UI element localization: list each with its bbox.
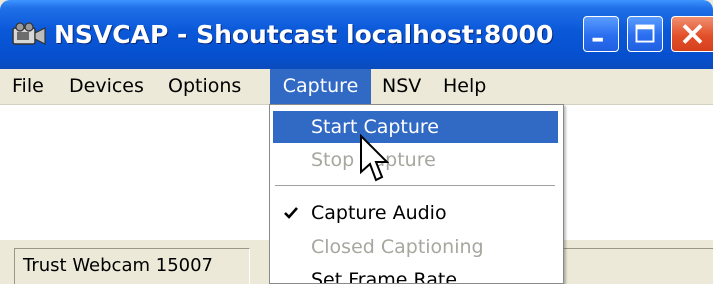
menu-item-set-frame-rate[interactable]: Set Frame Rate [273, 264, 558, 284]
camera-icon [12, 22, 46, 45]
app-window: NSVCAP - Shoutcast localhost:8000 File D… [0, 0, 713, 284]
menu-capture[interactable]: Capture [270, 69, 371, 104]
menu-item-label: Capture Audio [311, 202, 447, 224]
menu-item-label: Set Frame Rate [311, 269, 458, 284]
menu-nsv[interactable]: NSV [382, 69, 421, 104]
menu-separator [275, 185, 555, 187]
status-device: Trust Webcam 15007 [14, 248, 250, 284]
menu-item-closed-captioning[interactable]: Closed Captioning [273, 231, 558, 263]
menu-file[interactable]: File [12, 69, 44, 104]
maximize-icon [635, 24, 655, 43]
title-bar[interactable]: NSVCAP - Shoutcast localhost:8000 [0, 0, 713, 69]
menu-item-capture-audio[interactable]: Capture Audio [273, 197, 558, 229]
maximize-button[interactable] [627, 16, 663, 52]
status-cell-empty [560, 248, 713, 284]
menu-item-stop-capture[interactable]: Stop Capture [273, 144, 558, 176]
mouse-pointer-icon [360, 134, 389, 182]
menu-bar: File Devices Options Capture NSV Help [0, 69, 713, 105]
minimize-icon [592, 37, 603, 42]
menu-item-label: Closed Captioning [311, 236, 484, 258]
capture-menu-dropdown: Start Capture Stop Capture Capture Audio… [269, 104, 564, 284]
minimize-button[interactable] [583, 16, 619, 52]
window-title: NSVCAP - Shoutcast localhost:8000 [54, 20, 554, 49]
checkmark-icon [284, 207, 298, 219]
menu-options[interactable]: Options [168, 69, 241, 104]
menu-item-start-capture[interactable]: Start Capture [273, 111, 558, 143]
close-icon [682, 24, 703, 44]
menu-help[interactable]: Help [443, 69, 486, 104]
close-button[interactable] [671, 16, 713, 52]
menu-devices[interactable]: Devices [69, 69, 144, 104]
